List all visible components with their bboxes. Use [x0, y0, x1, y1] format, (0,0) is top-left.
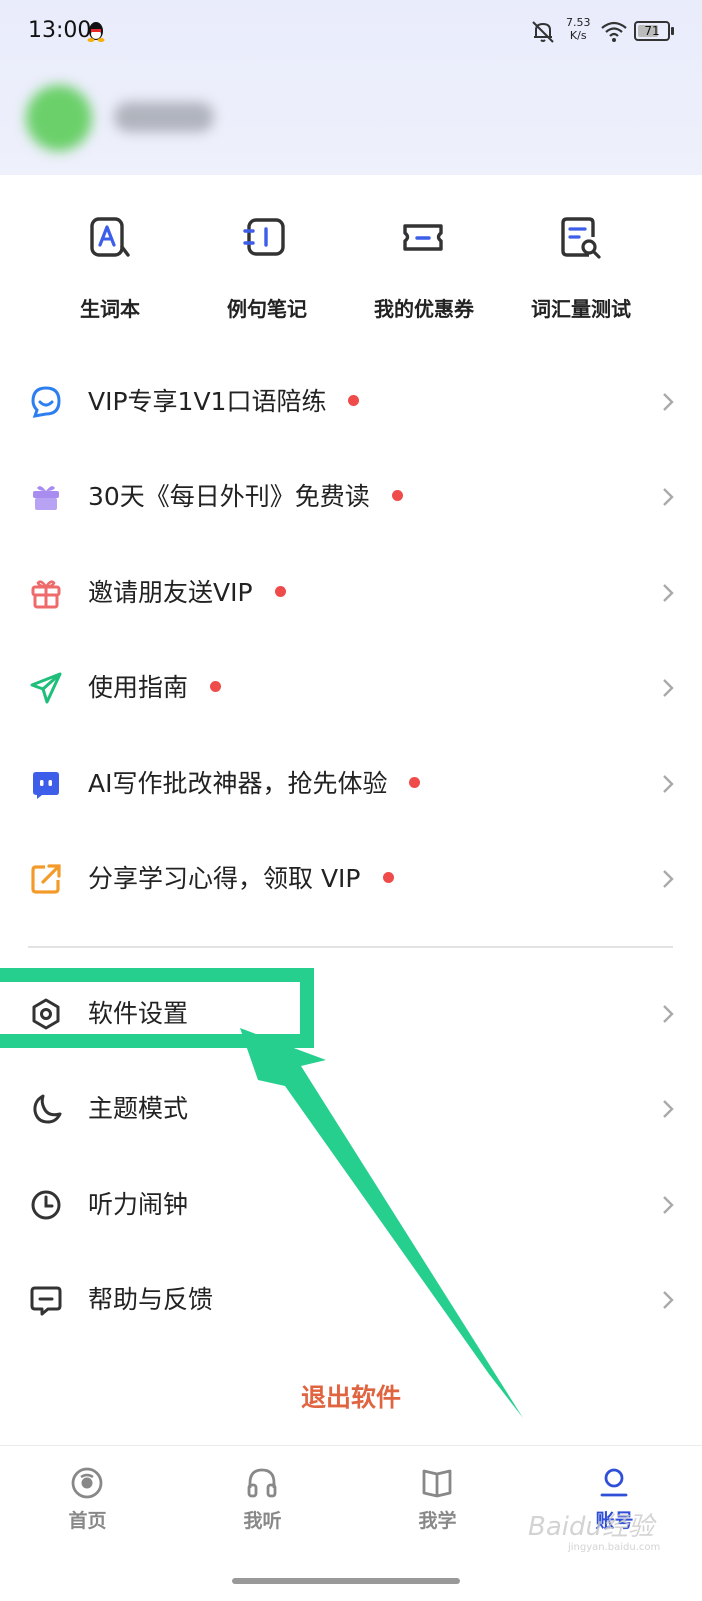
moon-icon — [33, 1094, 62, 1124]
chevron-right-icon — [663, 1196, 674, 1214]
headphones-icon — [247, 1468, 277, 1498]
battery-indicator: 71 — [634, 21, 670, 41]
menu-item-listening-alarm[interactable]: 听力闹钟 — [0, 1157, 702, 1253]
menu-item-label: 帮助与反馈 — [88, 1285, 214, 1314]
gift-icon — [31, 580, 61, 609]
menu-item-label: 邀请朋友送VIP — [88, 578, 253, 607]
account-icon — [600, 1468, 628, 1497]
menu-item-label-wrap: 听力闹钟 — [88, 1187, 188, 1223]
quick-action-vocabulary-test[interactable]: 词汇量测试 — [501, 175, 661, 340]
nav-tab-label: 我听 — [243, 1510, 282, 1532]
notification-dot — [409, 776, 421, 788]
logout-button[interactable]: 退出软件 — [0, 1378, 702, 1414]
profile-header: 13:00 7.53 K/s 71 — [0, 0, 702, 175]
menu-item-help-feedback[interactable]: 帮助与反馈 — [0, 1252, 702, 1348]
menu-item-label-wrap: AI写作批改神器，抢先体验 — [88, 766, 421, 802]
menu-item-ai-writing[interactable]: AI写作批改神器，抢先体验 — [0, 736, 702, 832]
network-speed-value: 7.53 — [566, 16, 591, 29]
menu-item-label: 听力闹钟 — [88, 1190, 189, 1219]
wifi-icon — [601, 21, 627, 42]
chat-bubble-icon — [31, 386, 61, 418]
menu-item-daily-journal[interactable]: 30天《每日外刊》免费读 — [0, 449, 702, 545]
nav-tab-home[interactable]: 首页 — [0, 1446, 175, 1556]
quick-action-vocabulary-book[interactable]: 生词本 — [30, 175, 190, 340]
menu-item-label-wrap: 邀请朋友送VIP — [88, 575, 286, 611]
quick-action-label: 例句笔记 — [227, 297, 307, 321]
nav-tab-listen[interactable]: 我听 — [175, 1446, 350, 1556]
chevron-right-icon — [663, 870, 674, 888]
chevron-right-icon — [663, 1291, 674, 1309]
notification-dot — [348, 394, 360, 406]
home-indicator[interactable] — [232, 1578, 460, 1584]
quick-action-label: 词汇量测试 — [531, 297, 631, 321]
chevron-right-icon — [663, 1100, 674, 1118]
menu-item-invite-friends[interactable]: 邀请朋友送VIP — [0, 545, 702, 641]
menu-item-theme-mode[interactable]: 主题模式 — [0, 1061, 702, 1157]
username-blurred[interactable] — [114, 102, 214, 132]
home-icon — [71, 1467, 103, 1499]
menu-item-label-wrap: 使用指南 — [88, 670, 222, 706]
menu-item-vip-speaking[interactable]: VIP专享1V1口语陪练 — [0, 354, 702, 450]
chevron-right-icon — [663, 393, 674, 411]
annotation-highlight-box — [0, 968, 314, 1048]
menu-item-label: VIP专享1V1口语陪练 — [88, 387, 327, 416]
quick-actions-card: 生词本 例句笔记 我的优惠券 词汇量测试 — [30, 175, 672, 340]
chevron-right-icon — [663, 1005, 674, 1023]
chevron-right-icon — [663, 584, 674, 602]
menu-item-label-wrap: 分享学习心得，领取 VIP — [88, 861, 394, 897]
robot-icon — [33, 772, 59, 799]
menu-item-label: 分享学习心得，领取 VIP — [88, 864, 361, 893]
section-divider — [28, 946, 673, 948]
network-speed: 7.53 K/s — [566, 16, 591, 42]
chevron-right-icon — [663, 488, 674, 506]
nav-tab-label: 我学 — [418, 1510, 457, 1532]
coupon-icon — [403, 224, 443, 251]
menu-item-label-wrap: 帮助与反馈 — [88, 1282, 213, 1318]
menu-item-label-wrap: 30天《每日外刊》免费读 — [88, 479, 403, 515]
menu-item-share-experience[interactable]: 分享学习心得，领取 VIP — [0, 831, 702, 927]
bell-muted-icon — [532, 21, 554, 43]
notification-dot — [210, 680, 222, 692]
nav-tab-label: 首页 — [68, 1510, 107, 1532]
watermark-url: jingyan.baidu.com — [568, 1542, 661, 1553]
menu-item-label: 30天《每日外刊》免费读 — [88, 482, 370, 511]
gift-box-icon — [33, 486, 59, 510]
battery-level-text: 71 — [644, 24, 660, 38]
menu-item-label: 使用指南 — [88, 673, 189, 702]
share-icon — [31, 864, 61, 894]
quick-action-label: 我的优惠券 — [374, 297, 474, 321]
quick-action-coupons[interactable]: 我的优惠券 — [344, 175, 504, 340]
book-icon — [422, 1469, 452, 1498]
notification-dot — [274, 585, 286, 597]
avatar[interactable] — [26, 85, 92, 151]
vocabulary-book-icon — [90, 217, 130, 257]
status-bar: 13:00 7.53 K/s 71 — [0, 0, 702, 64]
chevron-right-icon — [663, 775, 674, 793]
paper-plane-icon — [30, 672, 62, 704]
clock-icon — [31, 1190, 61, 1220]
menu-item-label: 主题模式 — [88, 1094, 189, 1123]
sentence-notes-icon — [243, 218, 285, 256]
menu-item-label-wrap: VIP专享1V1口语陪练 — [88, 384, 360, 420]
network-speed-unit: K/s — [569, 29, 587, 42]
notification-dot — [391, 489, 403, 501]
notification-dot — [382, 871, 394, 883]
menu-item-label-wrap: 主题模式 — [88, 1091, 188, 1127]
battery-tip — [671, 27, 674, 35]
quick-action-label: 生词本 — [80, 297, 140, 321]
qq-icon — [87, 22, 105, 42]
chevron-right-icon — [663, 679, 674, 697]
feedback-icon — [30, 1286, 62, 1316]
menu-item-user-guide[interactable]: 使用指南 — [0, 640, 702, 736]
quick-action-sentence-notes[interactable]: 例句笔记 — [187, 175, 347, 340]
watermark-logo: Baidu经验 — [528, 1512, 654, 1542]
vocabulary-test-icon — [561, 217, 601, 259]
nav-tab-learn[interactable]: 我学 — [350, 1446, 525, 1556]
status-time: 13:00 — [28, 18, 92, 43]
menu-item-label: AI写作批改神器，抢先体验 — [88, 769, 388, 798]
